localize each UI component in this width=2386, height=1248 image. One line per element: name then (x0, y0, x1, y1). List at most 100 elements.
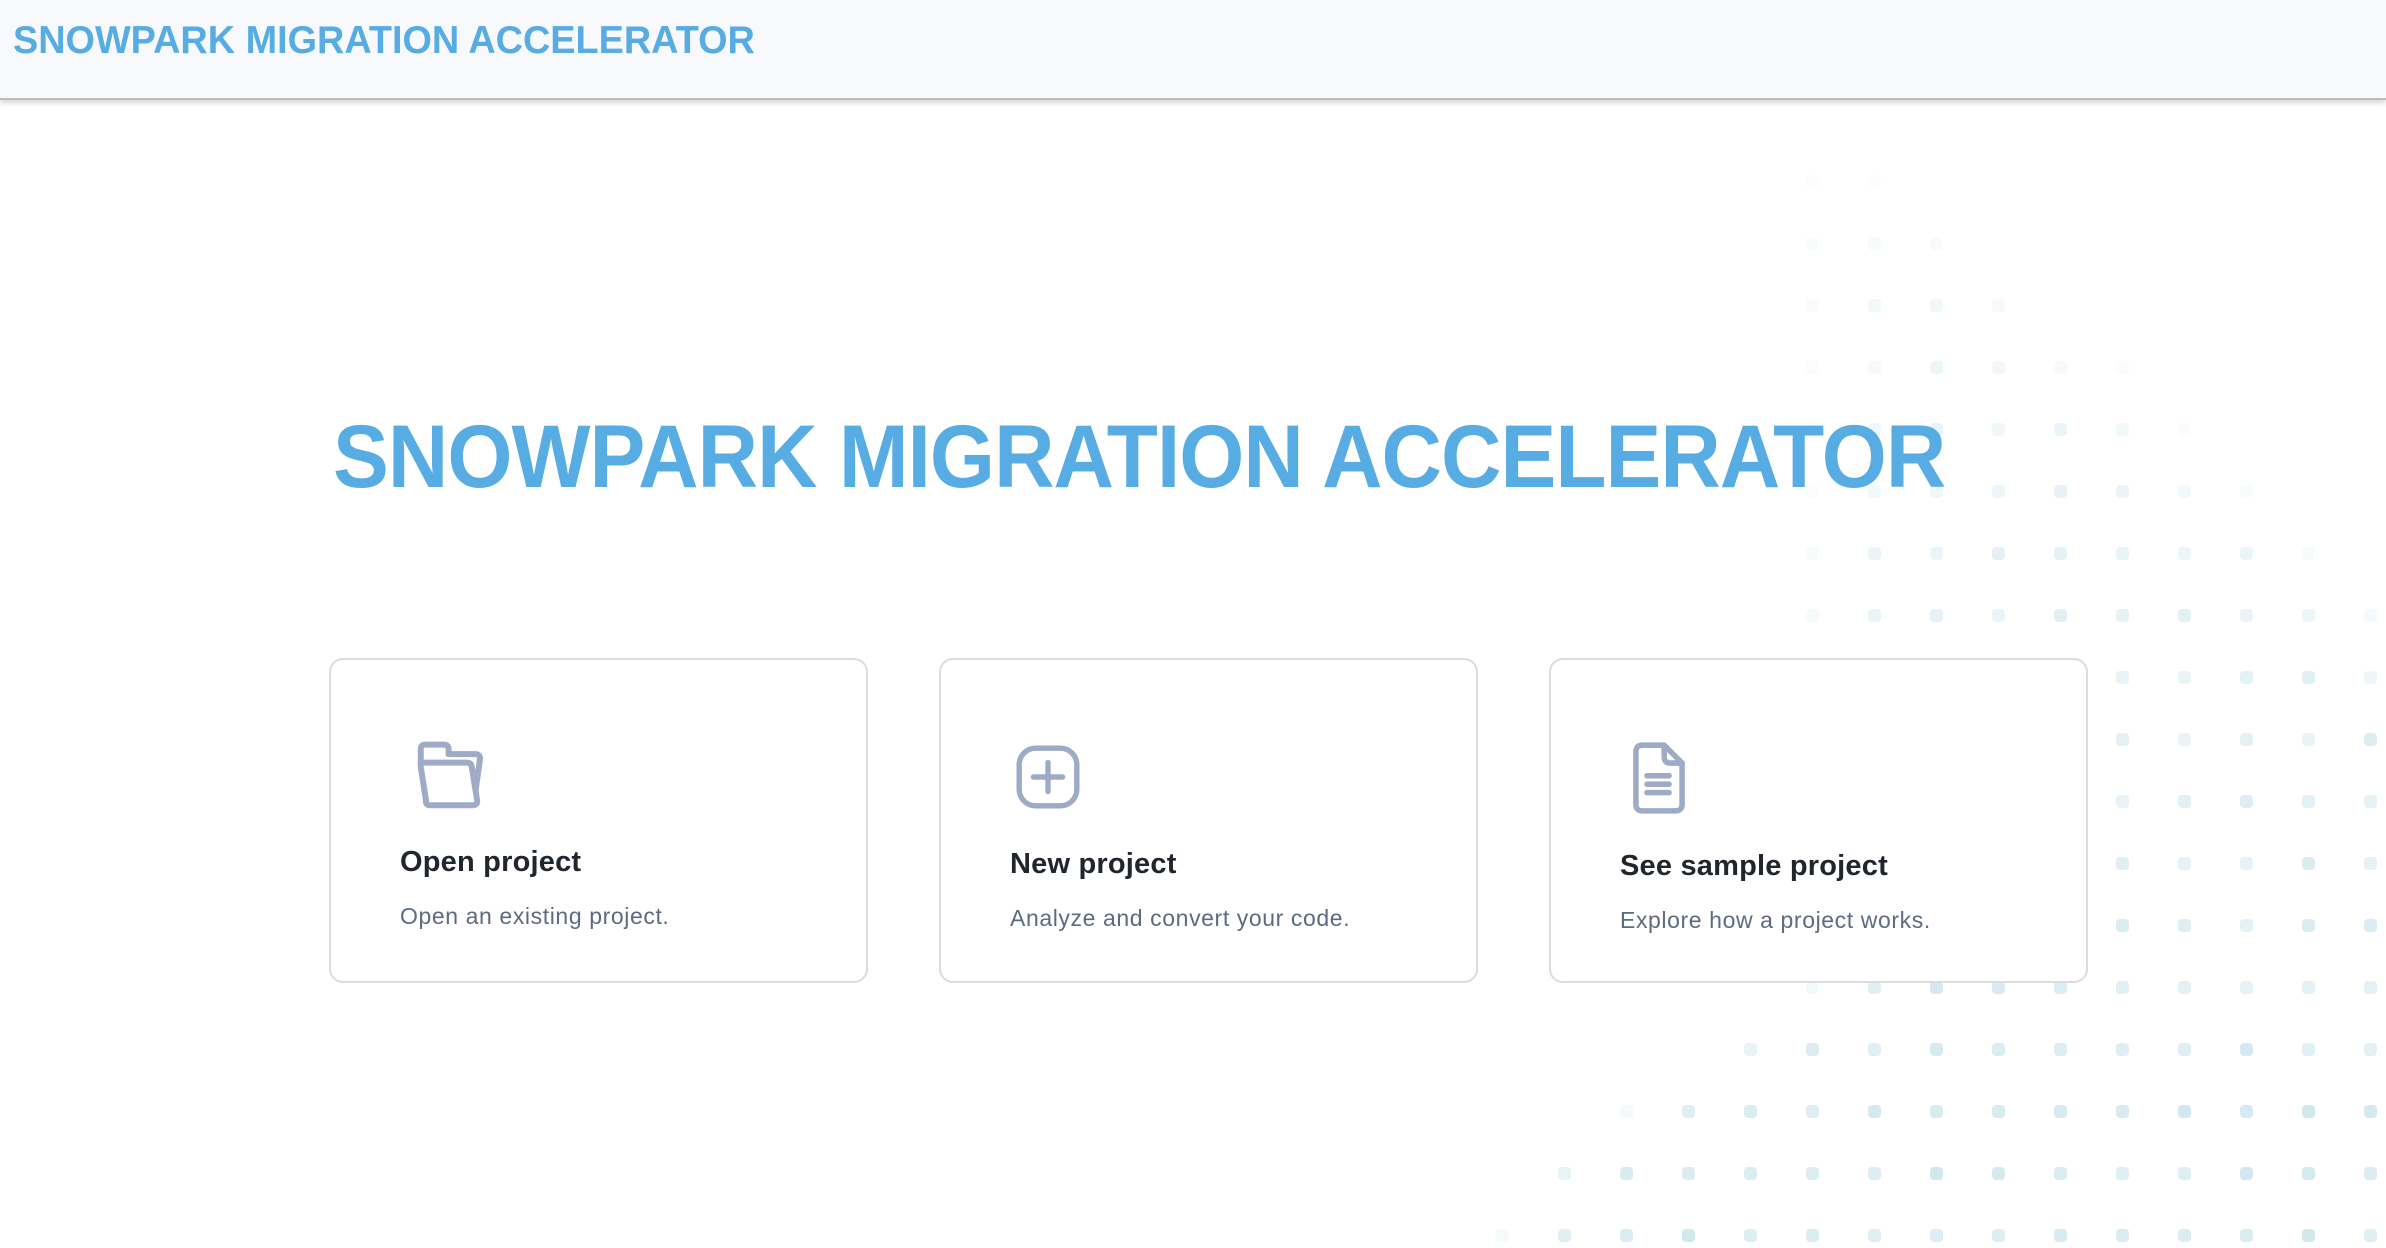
dot (2054, 1043, 2067, 1056)
dot (2116, 1229, 2129, 1242)
dot (2054, 1105, 2067, 1118)
dot (2240, 671, 2253, 684)
dot (2116, 733, 2129, 746)
action-cards: Open project Open an existing project. N… (329, 658, 2088, 983)
dot (2240, 485, 2253, 498)
dot (2178, 1105, 2191, 1118)
file-text-icon (1620, 738, 2046, 818)
dot (2364, 919, 2377, 932)
dot (2178, 547, 2191, 560)
dot (1868, 299, 1881, 312)
dot (2364, 981, 2377, 994)
dot (2116, 1043, 2129, 1056)
dot (2178, 423, 2191, 436)
dot (2364, 1167, 2377, 1180)
dot (2302, 1043, 2315, 1056)
dot (2240, 1229, 2253, 1242)
dot (2116, 361, 2129, 374)
dot (1744, 1043, 1757, 1056)
dot (2364, 733, 2377, 746)
dot (1992, 1167, 2005, 1180)
dot (2240, 609, 2253, 622)
dot (1682, 1229, 1695, 1242)
dot (1868, 1105, 1881, 1118)
dot (1930, 237, 1943, 250)
dot (1992, 485, 2005, 498)
dot (1620, 1229, 1633, 1242)
dot (2240, 795, 2253, 808)
dot (2364, 795, 2377, 808)
dot (2054, 485, 2067, 498)
dot (1868, 175, 1881, 188)
dot (1558, 1167, 1571, 1180)
dot (1992, 1229, 2005, 1242)
dot (1868, 237, 1881, 250)
dot (1868, 361, 1881, 374)
card-title: Open project (400, 846, 826, 879)
plus-square-icon (1010, 738, 1436, 816)
dot (1992, 1043, 2005, 1056)
dot (2116, 609, 2129, 622)
dot (1744, 1229, 1757, 1242)
dot (2116, 423, 2129, 436)
dot (1992, 1105, 2005, 1118)
dot (1806, 609, 1819, 622)
dot (1744, 1167, 1757, 1180)
dot (1806, 1229, 1819, 1242)
dot (2302, 733, 2315, 746)
dot (2240, 1043, 2253, 1056)
dot (2302, 857, 2315, 870)
dot (1496, 1229, 1509, 1242)
new-project-card[interactable]: New project Analyze and convert your cod… (939, 658, 1478, 983)
dot (1868, 609, 1881, 622)
dot (1682, 1105, 1695, 1118)
dot (2116, 1167, 2129, 1180)
dot (1682, 1167, 1695, 1180)
dot (2364, 1043, 2377, 1056)
dot (2302, 671, 2315, 684)
dot (2302, 1167, 2315, 1180)
card-title: See sample project (1620, 850, 2046, 883)
dot (1806, 175, 1819, 188)
dot (2116, 1105, 2129, 1118)
dot (2178, 1229, 2191, 1242)
dot (1806, 1043, 1819, 1056)
dot (2116, 547, 2129, 560)
dot (2054, 423, 2067, 436)
dot (2116, 671, 2129, 684)
dot (1558, 1229, 1571, 1242)
dot (2240, 919, 2253, 932)
dot (2302, 919, 2315, 932)
card-description: Analyze and convert your code. (1010, 905, 1436, 932)
dot (2302, 1229, 2315, 1242)
dot (1806, 237, 1819, 250)
dot (1744, 1105, 1757, 1118)
dot (2178, 733, 2191, 746)
app-window: SNOWPARK MIGRATION ACCELERATOR SNOWPARK … (0, 0, 2386, 1248)
dot (1930, 1043, 1943, 1056)
dot (1806, 299, 1819, 312)
dot (1930, 1229, 1943, 1242)
dot (2116, 981, 2129, 994)
open-project-card[interactable]: Open project Open an existing project. (329, 658, 868, 983)
dot (2054, 1167, 2067, 1180)
dot (2178, 795, 2191, 808)
dot (1992, 547, 2005, 560)
dot (2178, 1043, 2191, 1056)
dot-pattern-decoration (0, 0, 2386, 1248)
dot (2178, 919, 2191, 932)
dot (2240, 1105, 2253, 1118)
dot (1930, 547, 1943, 560)
dot (2054, 361, 2067, 374)
dot (2116, 857, 2129, 870)
see-sample-project-card[interactable]: See sample project Explore how a project… (1549, 658, 2088, 983)
dot (1868, 1043, 1881, 1056)
dot (1992, 299, 2005, 312)
dot (1806, 1105, 1819, 1118)
dot (1992, 361, 2005, 374)
dot (2302, 547, 2315, 560)
dot (2302, 795, 2315, 808)
card-title: New project (1010, 848, 1436, 881)
dot (2178, 857, 2191, 870)
dot (2054, 609, 2067, 622)
